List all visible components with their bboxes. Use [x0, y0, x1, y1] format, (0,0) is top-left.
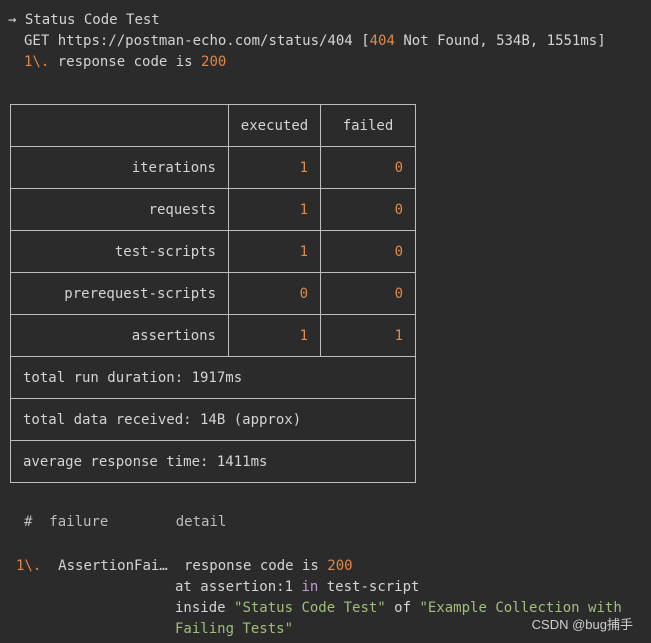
assertion-text: response code is: [57, 54, 193, 70]
run-summary-table: executed failed iterations 1 0 requests …: [10, 104, 416, 483]
assertion-index: 1\.: [24, 54, 50, 70]
assertion-value: 200: [201, 54, 227, 70]
failures-header: # failure detail: [24, 514, 226, 530]
detail-location: at assertion:1: [175, 579, 294, 595]
row-failed: 0: [394, 201, 403, 218]
row-executed: 1: [229, 189, 321, 230]
row-failed: 0: [394, 285, 403, 302]
failure-col-failure: failure: [49, 514, 109, 530]
watermark: CSDN @bug捕手: [531, 617, 633, 632]
row-label: iterations: [11, 147, 229, 188]
assertion-line: 1\. response code is 200: [24, 52, 226, 72]
row-executed: 1: [229, 147, 321, 188]
failure-col-detail: detail: [175, 514, 227, 530]
total-data-received: total data received: 14B (approx): [23, 411, 302, 428]
detail-text: response code is: [184, 558, 319, 574]
detail-value: 200: [327, 558, 353, 574]
detail-of: of: [394, 600, 412, 616]
failure-detail-line-1: response code is 200: [184, 556, 353, 577]
table-row: iterations 1 0: [11, 146, 415, 188]
table-row: assertions 1 1: [11, 314, 415, 356]
status-code: 404: [369, 33, 395, 49]
table-row: test-scripts 1 0: [11, 230, 415, 272]
total-run-duration-row: total run duration: 1917ms: [11, 356, 415, 398]
failure-detail-line-4: Failing Tests": [175, 621, 294, 637]
detail-script: test-script: [326, 579, 420, 595]
row-label: prerequest-scripts: [11, 273, 229, 314]
table-row: prerequest-scripts 0 0: [11, 272, 415, 314]
table-header-row: executed failed: [11, 105, 415, 146]
failure-row: 1\. AssertionFai…: [16, 556, 168, 577]
request-method: GET: [24, 33, 50, 49]
detail-request-name: "Status Code Test": [234, 600, 386, 616]
row-label: test-scripts: [11, 231, 229, 272]
row-label: requests: [11, 189, 229, 230]
failure-detail-line-2: at assertion:1 in test-script: [175, 577, 419, 598]
detail-keyword: in: [301, 579, 319, 595]
row-failed: 0: [394, 243, 403, 260]
row-failed: 1: [394, 327, 403, 344]
average-response-time: average response time: 1411ms: [23, 453, 268, 470]
request-url: https://postman-echo.com/status/404: [57, 33, 353, 49]
arrow-icon: →: [8, 12, 17, 28]
request-title-line: → Status Code Test: [8, 10, 160, 30]
request-line: GET https://postman-echo.com/status/404 …: [24, 31, 606, 51]
row-executed: 1: [229, 315, 321, 356]
request-name: Status Code Test: [24, 12, 160, 28]
failure-col-index: #: [24, 514, 33, 530]
header-failed: failed: [342, 117, 394, 134]
row-executed: 1: [229, 231, 321, 272]
detail-inside: inside: [175, 600, 226, 616]
status-bracket: [: [361, 33, 370, 49]
status-text: Not Found, 534B, 1551ms]: [403, 33, 606, 49]
total-data-received-row: total data received: 14B (approx): [11, 398, 415, 440]
header-empty: [11, 105, 229, 146]
header-executed: executed: [229, 105, 321, 146]
row-failed: 0: [394, 159, 403, 176]
table-row: requests 1 0: [11, 188, 415, 230]
failure-name: AssertionFai…: [58, 558, 168, 574]
failure-index: 1\.: [16, 558, 42, 574]
row-label: assertions: [11, 315, 229, 356]
average-response-time-row: average response time: 1411ms: [11, 440, 415, 482]
total-run-duration: total run duration: 1917ms: [23, 369, 243, 386]
row-executed: 0: [229, 273, 321, 314]
